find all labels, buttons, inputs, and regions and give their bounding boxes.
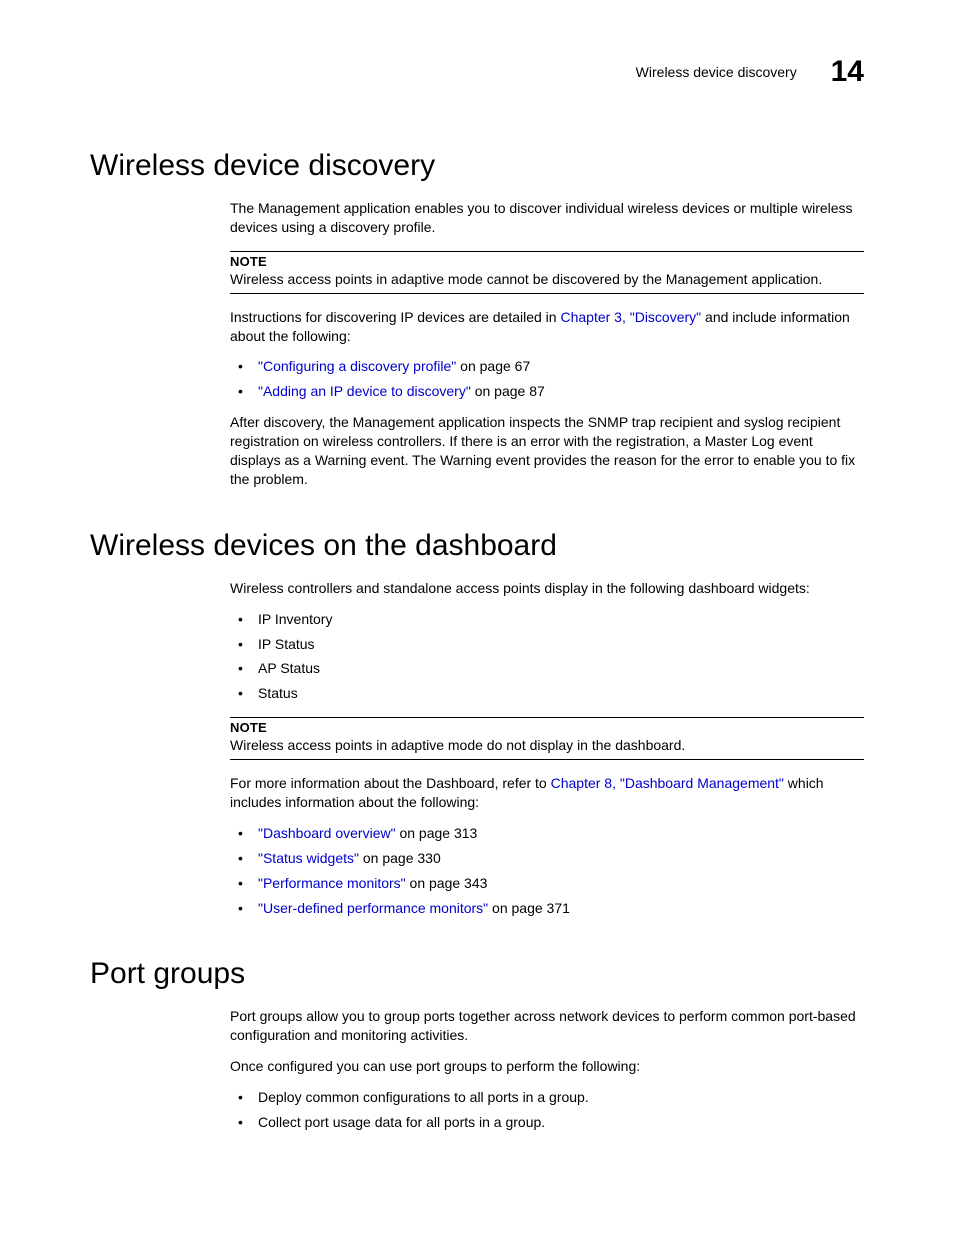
text: on page 343 [406, 875, 488, 891]
section-wireless-devices-dashboard: Wireless devices on the dashboard Wirele… [90, 529, 864, 918]
heading-port-groups: Port groups [90, 957, 864, 991]
section-body: Port groups allow you to group ports tog… [230, 1007, 864, 1131]
page-header: Wireless device discovery 14 [90, 55, 864, 89]
bullet-list: "Dashboard overview" on page 313 "Status… [230, 824, 864, 918]
link-chapter3-discovery[interactable]: Chapter 3, "Discovery" [560, 309, 701, 325]
list-item: "Configuring a discovery profile" on pag… [230, 357, 864, 376]
list-item: AP Status [230, 659, 864, 678]
text: on page 313 [396, 825, 478, 841]
paragraph: The Management application enables you t… [230, 199, 864, 237]
page: Wireless device discovery 14 Wireless de… [0, 0, 954, 1235]
text: For more information about the Dashboard… [230, 775, 551, 791]
link-configuring-discovery-profile[interactable]: "Configuring a discovery profile" [258, 358, 456, 374]
text: on page 67 [456, 358, 530, 374]
bullet-list: "Configuring a discovery profile" on pag… [230, 357, 864, 401]
bullet-list: Deploy common configurations to all port… [230, 1088, 864, 1132]
bullet-list: IP Inventory IP Status AP Status Status [230, 610, 864, 704]
list-item: "Dashboard overview" on page 313 [230, 824, 864, 843]
list-item: Collect port usage data for all ports in… [230, 1113, 864, 1132]
note-label: NOTE [230, 251, 864, 269]
text: on page 371 [488, 900, 570, 916]
paragraph: Port groups allow you to group ports tog… [230, 1007, 864, 1045]
link-chapter8-dashboard[interactable]: Chapter 8, "Dashboard Management" [551, 775, 784, 791]
list-item: Deploy common configurations to all port… [230, 1088, 864, 1107]
note-text: Wireless access points in adaptive mode … [230, 270, 864, 294]
link-user-defined-performance-monitors[interactable]: "User-defined performance monitors" [258, 900, 488, 916]
header-title: Wireless device discovery [636, 64, 797, 80]
paragraph: For more information about the Dashboard… [230, 774, 864, 812]
link-adding-ip-device[interactable]: "Adding an IP device to discovery" [258, 383, 471, 399]
list-item: IP Status [230, 635, 864, 654]
section-body: The Management application enables you t… [230, 199, 864, 489]
text: on page 87 [471, 383, 545, 399]
list-item: IP Inventory [230, 610, 864, 629]
list-item: Status [230, 684, 864, 703]
note-block: NOTE Wireless access points in adaptive … [230, 717, 864, 760]
link-status-widgets[interactable]: "Status widgets" [258, 850, 359, 866]
heading-wireless-devices-dashboard: Wireless devices on the dashboard [90, 529, 864, 563]
note-block: NOTE Wireless access points in adaptive … [230, 251, 864, 294]
link-performance-monitors[interactable]: "Performance monitors" [258, 875, 406, 891]
text: Instructions for discovering IP devices … [230, 309, 560, 325]
list-item: "Adding an IP device to discovery" on pa… [230, 382, 864, 401]
link-dashboard-overview[interactable]: "Dashboard overview" [258, 825, 396, 841]
list-item: "User-defined performance monitors" on p… [230, 899, 864, 918]
section-body: Wireless controllers and standalone acce… [230, 579, 864, 918]
section-port-groups: Port groups Port groups allow you to gro… [90, 957, 864, 1131]
paragraph: Instructions for discovering IP devices … [230, 308, 864, 346]
header-chapter-number: 14 [831, 55, 864, 89]
section-wireless-device-discovery: Wireless device discovery The Management… [90, 149, 864, 489]
paragraph: Wireless controllers and standalone acce… [230, 579, 864, 598]
note-label: NOTE [230, 717, 864, 735]
note-text: Wireless access points in adaptive mode … [230, 736, 864, 760]
paragraph: After discovery, the Management applicat… [230, 413, 864, 489]
text: on page 330 [359, 850, 441, 866]
heading-wireless-device-discovery: Wireless device discovery [90, 149, 864, 183]
paragraph: Once configured you can use port groups … [230, 1057, 864, 1076]
list-item: "Performance monitors" on page 343 [230, 874, 864, 893]
list-item: "Status widgets" on page 330 [230, 849, 864, 868]
